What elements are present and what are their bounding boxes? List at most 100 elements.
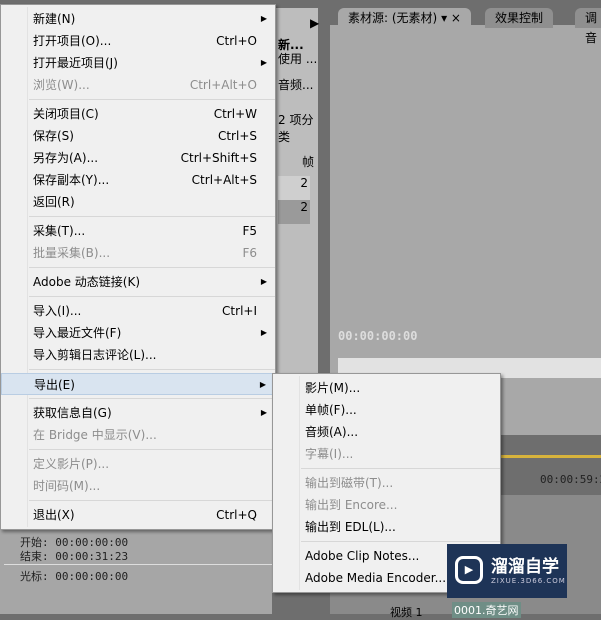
menu-item-label: 保存副本(Y)...: [33, 173, 110, 187]
menu-item-shortcut: Ctrl+O: [216, 34, 257, 48]
menu-item[interactable]: 影片(M)...: [273, 377, 500, 399]
menu-item-label: 退出(X): [33, 508, 75, 522]
menu-item[interactable]: 打开项目(O)... Ctrl+O: [1, 30, 275, 52]
menu-separator: [29, 449, 275, 450]
menu-item-label: 关闭项目(C): [33, 107, 99, 121]
menu-item-label: Adobe Media Encoder...: [305, 571, 447, 585]
menu-item-label: 输出到 Encore...: [305, 498, 398, 512]
menu-item[interactable]: 关闭项目(C) Ctrl+W: [1, 103, 275, 125]
info-cursor: 光标: 00:00:00:00: [20, 570, 129, 583]
menu-item[interactable]: 保存副本(Y)... Ctrl+Alt+S: [1, 169, 275, 191]
column-header[interactable]: 帧: [302, 153, 314, 170]
menu-item-label: 影片(M)...: [305, 381, 361, 395]
menu-item-shortcut: Ctrl+I: [222, 304, 257, 318]
panel-menu-icon[interactable]: ▶: [310, 16, 319, 30]
menu-separator: [29, 398, 275, 399]
info-end: 结束: 00:00:31:23: [20, 550, 129, 563]
menu-item: 字幕(I)...: [273, 443, 500, 465]
menu-item-label: 在 Bridge 中显示(V)...: [33, 428, 157, 442]
menu-item: 输出到 Encore...: [273, 494, 500, 516]
menu-item-label: 打开最近项目(J): [33, 56, 118, 70]
menu-separator: [29, 267, 275, 268]
menu-item[interactable]: 退出(X) Ctrl+Q: [1, 504, 275, 526]
menu-item: 浏览(W)... Ctrl+Alt+O: [1, 74, 275, 96]
menu-item[interactable]: 打开最近项目(J) ▶: [1, 52, 275, 74]
menu-item-shortcut: Ctrl+Alt+O: [189, 78, 257, 92]
menu-separator: [29, 500, 275, 501]
file-menu: 新建(N) ▶ 打开项目(O)... Ctrl+O 打开最近项目(J) ▶ 浏览(W)...…: [0, 4, 276, 530]
menu-item[interactable]: 导入最近文件(F) ▶: [1, 322, 275, 344]
watermark-logo: ▶ 溜溜自学 ZIXUE.3D66.COM: [447, 544, 567, 598]
menu-item-label: 获取信息自(G): [33, 406, 112, 420]
menu-item-label: 字幕(I)...: [305, 447, 354, 461]
menu-item-label: 采集(T)...: [33, 224, 86, 238]
menu-item-label: 导入剪辑日志评论(L)...: [33, 348, 157, 362]
menu-item[interactable]: 导出(E) ▶: [1, 373, 275, 395]
menu-item[interactable]: 音频(A)...: [273, 421, 500, 443]
menu-item-label: 单帧(F)...: [305, 403, 357, 417]
tab-audio-mixer[interactable]: 调音: [575, 8, 601, 45]
menu-item-label: 批量采集(B)...: [33, 246, 111, 260]
submenu-arrow-icon: ▶: [260, 328, 267, 337]
menu-item-label: 另存为(A)...: [33, 151, 99, 165]
tab-source[interactable]: 素材源: (无素材) ▾ ×: [338, 8, 471, 28]
menu-item[interactable]: 单帧(F)...: [273, 399, 500, 421]
track-label: 视频 1: [390, 606, 423, 619]
menu-item-shortcut: F6: [242, 246, 257, 260]
menu-separator: [29, 369, 275, 370]
menu-item[interactable]: 输出到 EDL(L)...: [273, 516, 500, 538]
menu-separator: [29, 216, 275, 217]
menu-item[interactable]: 导入剪辑日志评论(L)...: [1, 344, 275, 366]
menu-item-label: 返回(R): [33, 195, 75, 209]
menu-item-label: 导入(I)...: [33, 304, 82, 318]
menu-separator: [301, 541, 500, 542]
dropdown-icon[interactable]: ▾: [441, 11, 447, 25]
close-icon[interactable]: ×: [451, 11, 461, 25]
menu-item[interactable]: Adobe 动态链接(K) ▶: [1, 271, 275, 293]
menu-item-shortcut: Ctrl+Q: [216, 508, 257, 522]
project-use-text: 使用 ...: [278, 52, 318, 66]
tab-effect-controls[interactable]: 效果控制: [485, 8, 554, 28]
project-row[interactable]: 2: [278, 176, 310, 200]
menu-item-shortcut: F5: [242, 224, 257, 238]
menu-item-shortcut: Ctrl+S: [217, 129, 257, 143]
menu-item[interactable]: 返回(R): [1, 191, 275, 213]
watermark-url: ZIXUE.3D66.COM: [491, 577, 566, 585]
menu-item-label: 导出(E): [34, 378, 75, 392]
menu-item[interactable]: 获取信息自(G) ▶: [1, 402, 275, 424]
menu-item-label: 输出到 EDL(L)...: [305, 520, 396, 534]
watermark-title: 溜溜自学: [491, 557, 559, 577]
menu-separator: [29, 296, 275, 297]
menu-item[interactable]: 保存(S) Ctrl+S: [1, 125, 275, 147]
source-timecode[interactable]: 00:00:00:00: [338, 329, 417, 343]
project-count: 2 项分类: [278, 113, 314, 144]
menu-separator: [29, 99, 275, 100]
submenu-arrow-icon: ▶: [260, 58, 267, 67]
menu-item-shortcut: Ctrl+Alt+S: [191, 173, 257, 187]
project-row[interactable]: 2: [278, 200, 310, 224]
divider: [4, 564, 272, 565]
menu-separator: [301, 468, 500, 469]
clip-label[interactable]: 0001.奇艺网: [452, 602, 521, 618]
project-audio-text: 音频...: [278, 78, 314, 92]
tab-source-label: 素材源: (无素材): [348, 11, 438, 25]
menu-item[interactable]: 导入(I)... Ctrl+I: [1, 300, 275, 322]
menu-item-label: 导入最近文件(F): [33, 326, 122, 340]
menu-item-label: 音频(A)...: [305, 425, 359, 439]
menu-item-shortcut: Ctrl+Shift+S: [180, 151, 257, 165]
menu-item-label: 输出到磁带(T)...: [305, 476, 394, 490]
submenu-arrow-icon: ▶: [260, 408, 267, 417]
submenu-arrow-icon: ▶: [260, 14, 267, 23]
play-icon: ▶: [455, 556, 483, 584]
submenu-arrow-icon: ▶: [260, 277, 267, 286]
menu-item[interactable]: 另存为(A)... Ctrl+Shift+S: [1, 147, 275, 169]
menu-item[interactable]: 新建(N) ▶: [1, 8, 275, 30]
menu-item-label: 定义影片(P)...: [33, 457, 110, 471]
timeline-timecode: 00:00:59:22: [540, 473, 601, 486]
menu-item-label: 浏览(W)...: [33, 78, 90, 92]
menu-item[interactable]: 采集(T)... F5: [1, 220, 275, 242]
menu-item-label: 保存(S): [33, 129, 74, 143]
menu-item-label: 新建(N): [33, 12, 76, 26]
info-panel: 开始: 00:00:00:00 结束: 00:00:31:23 光标: 00:0…: [0, 528, 272, 614]
menu-item: 时间码(M)...: [1, 475, 275, 497]
